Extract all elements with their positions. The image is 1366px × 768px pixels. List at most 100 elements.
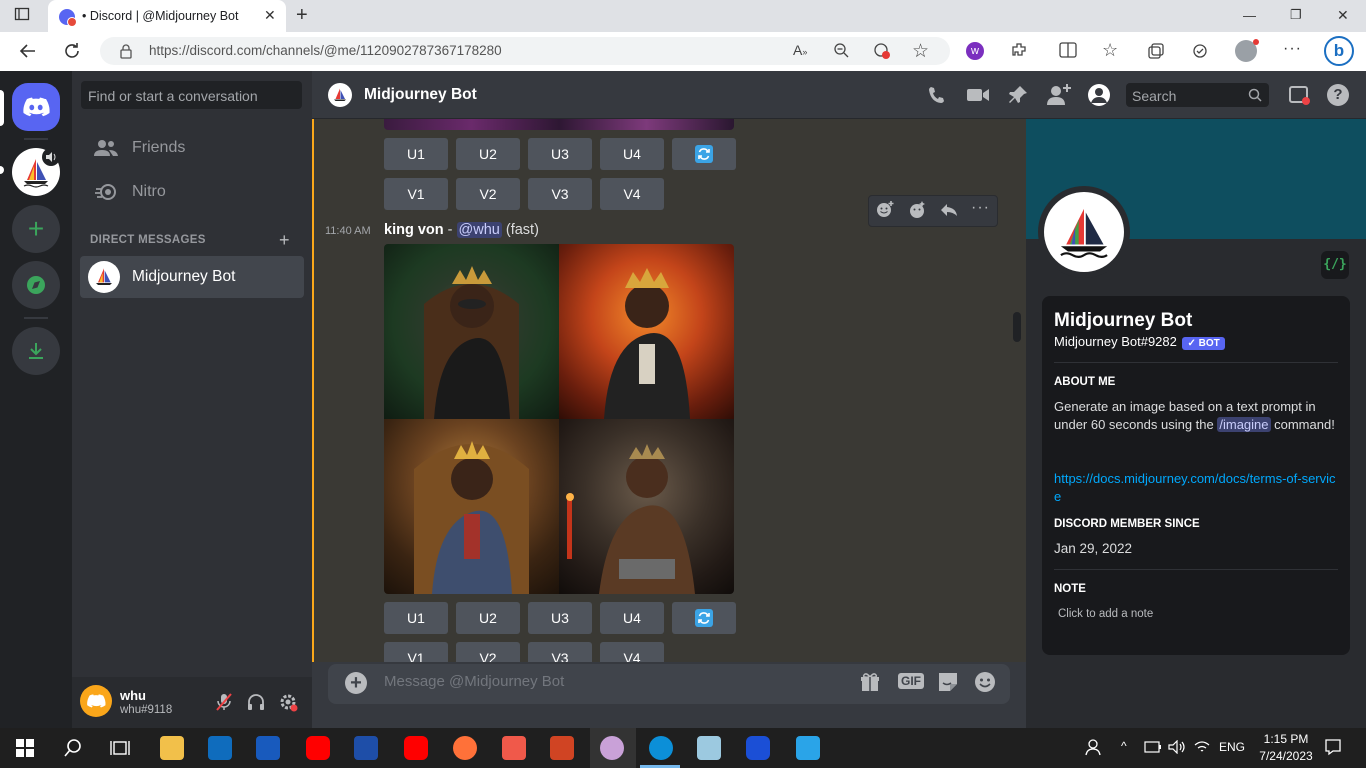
minimize-icon[interactable]: — xyxy=(1243,8,1256,23)
battery-icon[interactable] xyxy=(1144,741,1162,753)
v1-button[interactable]: V1 xyxy=(384,642,448,662)
imagine-command[interactable]: /imagine xyxy=(1217,417,1271,432)
video-call-icon[interactable] xyxy=(966,85,990,105)
user-mention[interactable]: @whu xyxy=(456,222,502,238)
v3-button-previous[interactable]: V3 xyxy=(528,178,592,210)
people-icon[interactable] xyxy=(1084,738,1102,756)
chat-scrollbar[interactable] xyxy=(1013,312,1021,342)
add-super-reaction-icon[interactable] xyxy=(907,200,927,220)
find-conversation-input[interactable]: Find or start a conversation xyxy=(81,81,302,109)
windows-start-icon[interactable] xyxy=(16,739,34,757)
terms-link[interactable]: https://docs.midjourney.com/docs/terms-o… xyxy=(1054,470,1338,506)
help-icon[interactable]: ? xyxy=(1327,84,1349,106)
clock-date[interactable]: 7/24/2023 xyxy=(1252,749,1320,763)
close-tab-icon[interactable]: ✕ xyxy=(264,7,276,24)
user-settings-gear-icon[interactable] xyxy=(278,692,298,712)
explore-servers-icon[interactable] xyxy=(12,261,60,309)
word-icon[interactable] xyxy=(256,736,280,760)
v2-button-previous[interactable]: V2 xyxy=(456,178,520,210)
reply-icon[interactable] xyxy=(939,200,959,220)
mute-mic-icon[interactable] xyxy=(214,692,234,712)
outlook-icon[interactable] xyxy=(208,736,232,760)
paint-icon[interactable] xyxy=(600,736,624,760)
notes-icon[interactable] xyxy=(697,736,721,760)
app-icon[interactable] xyxy=(354,736,378,760)
split-screen-icon[interactable] xyxy=(1059,42,1077,58)
sticker-icon[interactable] xyxy=(937,671,959,693)
back-icon[interactable] xyxy=(18,41,38,61)
gif-button[interactable]: GIF xyxy=(898,673,924,689)
reload-icon[interactable] xyxy=(62,41,82,61)
v2-button[interactable]: V2 xyxy=(456,642,520,662)
u3-button-previous[interactable]: U3 xyxy=(528,138,592,170)
task-view-icon[interactable] xyxy=(110,739,130,757)
youtube-app-icon[interactable] xyxy=(306,736,330,760)
previous-image-grid[interactable] xyxy=(384,119,734,130)
wifi-icon[interactable] xyxy=(1194,740,1210,754)
emoji-icon[interactable] xyxy=(974,671,996,693)
close-window-icon[interactable]: ✕ xyxy=(1337,7,1349,24)
volume-icon[interactable] xyxy=(1168,740,1186,754)
webex-icon[interactable] xyxy=(746,736,770,760)
extension-w-icon[interactable]: w xyxy=(966,42,984,60)
search-icon[interactable] xyxy=(1248,88,1262,102)
headphones-icon[interactable] xyxy=(246,692,266,712)
more-menu-icon[interactable]: ··· xyxy=(1283,40,1302,58)
add-server-icon[interactable]: + xyxy=(12,205,60,253)
slash-commands-badge-icon[interactable]: {/} xyxy=(1321,251,1349,279)
u3-button[interactable]: U3 xyxy=(528,602,592,634)
maximize-icon[interactable]: ❐ xyxy=(1290,7,1302,23)
taskbar-search-icon[interactable] xyxy=(63,738,83,758)
generated-image-grid[interactable] xyxy=(384,244,734,594)
generated-image-1[interactable] xyxy=(384,244,559,419)
browser-tab[interactable]: • Discord | @Midjourney Bot ✕ xyxy=(48,0,286,32)
note-input[interactable]: Click to add a note xyxy=(1058,608,1153,620)
bing-icon[interactable]: b xyxy=(1324,36,1354,66)
file-explorer-icon[interactable] xyxy=(160,736,184,760)
u2-button[interactable]: U2 xyxy=(456,602,520,634)
lock-icon[interactable] xyxy=(119,43,133,59)
tracking-prevention-icon[interactable] xyxy=(872,41,892,61)
generated-image-4[interactable] xyxy=(559,419,734,594)
new-tab-icon[interactable]: + xyxy=(296,4,308,27)
inbox-icon[interactable] xyxy=(1288,85,1310,105)
tab-actions-icon[interactable] xyxy=(14,6,30,22)
upload-plus-icon[interactable]: + xyxy=(345,672,367,694)
powerpoint-icon[interactable] xyxy=(550,736,574,760)
performance-icon[interactable] xyxy=(1191,42,1209,60)
extensions-puzzle-icon[interactable] xyxy=(1010,41,1028,59)
v4-button[interactable]: V4 xyxy=(600,642,664,662)
favorites-icon[interactable]: ☆ xyxy=(1102,40,1118,61)
create-dm-icon[interactable]: + xyxy=(279,230,290,251)
add-reaction-icon[interactable] xyxy=(875,200,895,220)
firefox-icon[interactable] xyxy=(453,736,477,760)
u1-button[interactable]: U1 xyxy=(384,602,448,634)
youtube-music-icon[interactable] xyxy=(404,736,428,760)
collections-icon[interactable] xyxy=(1147,42,1165,60)
add-friends-to-dm-icon[interactable] xyxy=(1046,83,1072,107)
u4-button-previous[interactable]: U4 xyxy=(600,138,664,170)
language-indicator[interactable]: ENG xyxy=(1219,740,1245,754)
url-text[interactable]: https://discord.com/channels/@me/1120902… xyxy=(149,43,502,58)
more-options-icon[interactable]: ··· xyxy=(971,199,990,217)
discord-home-icon[interactable] xyxy=(12,83,60,131)
profile-avatar[interactable] xyxy=(1044,192,1124,272)
download-apps-icon[interactable] xyxy=(12,327,60,375)
patreon-icon[interactable] xyxy=(502,736,526,760)
u2-button-previous[interactable]: U2 xyxy=(456,138,520,170)
friends-nav-item[interactable]: Friends xyxy=(80,127,304,169)
favorite-star-icon[interactable]: ☆ xyxy=(912,40,929,63)
edge-icon[interactable] xyxy=(649,736,673,760)
v3-button[interactable]: V3 xyxy=(528,642,592,662)
pinned-messages-icon[interactable] xyxy=(1007,84,1029,106)
gift-icon[interactable] xyxy=(860,672,880,692)
zoom-out-icon[interactable] xyxy=(833,42,849,58)
tray-chevron-icon[interactable]: ^ xyxy=(1121,739,1127,753)
generated-image-3[interactable] xyxy=(384,419,559,594)
clock-time[interactable]: 1:15 PM xyxy=(1256,732,1316,746)
nitro-nav-item[interactable]: Nitro xyxy=(80,171,304,213)
notifications-icon[interactable] xyxy=(1324,738,1342,756)
u4-button[interactable]: U4 xyxy=(600,602,664,634)
u1-button-previous[interactable]: U1 xyxy=(384,138,448,170)
v4-button-previous[interactable]: V4 xyxy=(600,178,664,210)
